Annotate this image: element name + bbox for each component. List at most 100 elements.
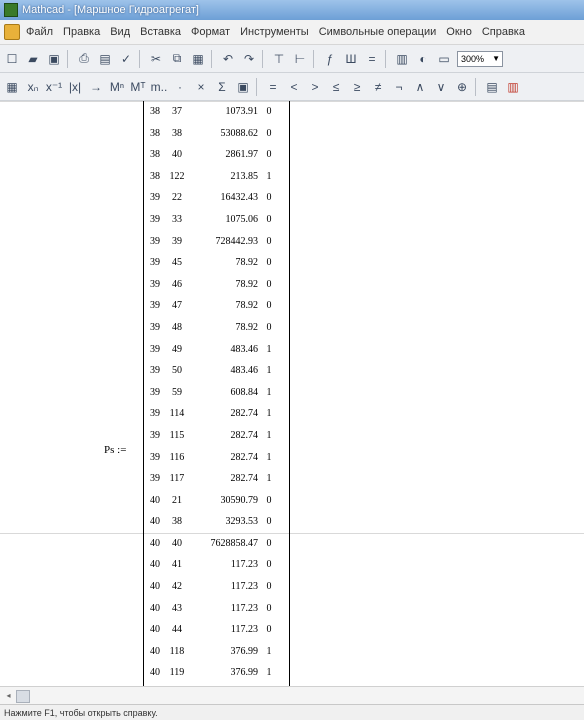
menu-insert[interactable]: Вставка bbox=[140, 26, 181, 38]
cut-icon[interactable]: ✂ bbox=[147, 50, 165, 68]
matrix-cell: 0 bbox=[266, 624, 272, 636]
matrix-row: 40 43 117.23 0 bbox=[148, 598, 286, 620]
matrix-cell: 1 bbox=[266, 645, 272, 657]
insert-unit-icon[interactable]: Ш bbox=[342, 50, 360, 68]
horizontal-scrollbar[interactable]: ◂ bbox=[0, 686, 584, 704]
variable-definition-label[interactable]: Ps := bbox=[104, 444, 126, 456]
align-top-icon[interactable]: ⊤ bbox=[270, 50, 288, 68]
undo-icon[interactable]: ↶ bbox=[219, 50, 237, 68]
matrix-cell: 39 bbox=[150, 213, 160, 225]
page-break-line bbox=[0, 101, 584, 102]
mathcad-app-icon bbox=[4, 3, 18, 17]
matrix-cell: 117.23 bbox=[230, 602, 258, 614]
matrix-cell: 1 bbox=[266, 473, 272, 485]
vector-sum-icon[interactable]: Σ bbox=[213, 78, 231, 96]
matrix-cell: 38 bbox=[150, 170, 160, 182]
or-icon[interactable]: ∨ bbox=[432, 78, 450, 96]
matrix-cell: 1 bbox=[266, 170, 272, 182]
transpose-icon[interactable]: Mᵀ bbox=[129, 78, 147, 96]
new-document-icon[interactable]: ☐ bbox=[3, 50, 21, 68]
less-equal-icon[interactable]: ≤ bbox=[327, 78, 345, 96]
math-toolbar: ▦ xₙ x⁻¹ |x| → Mⁿ Mᵀ m.. · × Σ ▣ = < > ≤… bbox=[0, 73, 584, 101]
matrix-right-bracket bbox=[289, 101, 290, 686]
menu-view[interactable]: Вид bbox=[110, 26, 130, 38]
matrix-cell: 40 bbox=[150, 624, 160, 636]
paste-icon[interactable]: ▦ bbox=[189, 50, 207, 68]
save-icon[interactable]: ▣ bbox=[45, 50, 63, 68]
matrix-cell: 282.74 bbox=[230, 451, 259, 463]
less-than-icon[interactable]: < bbox=[285, 78, 303, 96]
matrix-cell: 21 bbox=[172, 494, 182, 506]
menu-file[interactable]: Файл bbox=[26, 26, 53, 38]
matrix-cell: 39 bbox=[150, 321, 160, 333]
matrix-row: 39 114 282.74 1 bbox=[148, 403, 286, 425]
matrix-cell: 43 bbox=[172, 602, 182, 614]
insert-function-icon[interactable]: ƒ bbox=[321, 50, 339, 68]
matrix-cell: 47 bbox=[172, 300, 182, 312]
align-left-icon[interactable]: ⊢ bbox=[291, 50, 309, 68]
print-icon[interactable]: ⎙ bbox=[75, 50, 93, 68]
ps-matrix[interactable]: 38 37 1073.91 0 38 38 53088.62 0 38 40 2861.97 0 38 1… bbox=[148, 101, 286, 684]
matrix-row: 40 118 376.99 1 bbox=[148, 641, 286, 663]
menu-symbolics[interactable]: Символьные операции bbox=[319, 26, 437, 38]
matrix-cell: 608.84 bbox=[230, 386, 259, 398]
menu-format[interactable]: Формат bbox=[191, 26, 230, 38]
insert-component-icon[interactable]: ▭ bbox=[435, 50, 453, 68]
scroll-thumb[interactable] bbox=[16, 690, 30, 703]
inverse-icon[interactable]: x⁻¹ bbox=[45, 78, 63, 96]
copy-icon[interactable]: ⧉ bbox=[168, 50, 186, 68]
superscript-icon[interactable]: Mⁿ bbox=[108, 78, 126, 96]
equal-icon[interactable]: = bbox=[264, 78, 282, 96]
picture-icon[interactable]: ▣ bbox=[234, 78, 252, 96]
spell-check-icon[interactable]: ✓ bbox=[117, 50, 135, 68]
matrix-cell: 39 bbox=[150, 257, 160, 269]
matrix-cell: 0 bbox=[266, 516, 272, 528]
greater-than-icon[interactable]: > bbox=[306, 78, 324, 96]
worksheet[interactable]: Ps := 38 37 1073.91 0 38 38 53088.62 0 38 40 2861.… bbox=[0, 101, 584, 686]
matrix-cell: 117.23 bbox=[230, 581, 258, 593]
redo-icon[interactable]: ↷ bbox=[240, 50, 258, 68]
matrix-cell: 38 bbox=[150, 106, 160, 117]
open-folder-icon[interactable]: ▰ bbox=[24, 50, 42, 68]
scroll-left-icon[interactable]: ◂ bbox=[3, 690, 14, 701]
matrix-cell: 117.23 bbox=[230, 559, 258, 571]
document-icon[interactable] bbox=[4, 24, 20, 40]
determinant-icon[interactable]: |x| bbox=[66, 78, 84, 96]
toolbar-separator bbox=[262, 49, 263, 68]
matrix-row: 39 117 282.74 1 bbox=[148, 468, 286, 490]
resource-center-icon[interactable]: ◐ bbox=[414, 50, 432, 68]
matrix-cell: 0 bbox=[266, 321, 272, 333]
matrix-cell: 39 bbox=[150, 473, 160, 485]
and-icon[interactable]: ∧ bbox=[411, 78, 429, 96]
matrix-cell: 38 bbox=[172, 127, 182, 139]
matrix-cell: 1 bbox=[266, 365, 272, 377]
print-preview-icon[interactable]: ▤ bbox=[96, 50, 114, 68]
menu-tools[interactable]: Инструменты bbox=[240, 26, 309, 38]
matrix-cell: 39 bbox=[150, 192, 160, 204]
zoom-select[interactable]: 300% ▼ bbox=[457, 50, 503, 67]
calculator-palette-icon[interactable]: ▤ bbox=[483, 78, 501, 96]
subscript-icon[interactable]: xₙ bbox=[24, 78, 42, 96]
matrix-cell: 0 bbox=[266, 494, 272, 506]
vectorize-icon[interactable]: → bbox=[87, 78, 105, 96]
matrix-cell: 0 bbox=[266, 192, 272, 204]
matrix-icon[interactable]: ▦ bbox=[3, 78, 21, 96]
menu-help[interactable]: Справка bbox=[482, 26, 525, 38]
matrix-cell: 115 bbox=[169, 429, 185, 441]
matrix-row: 40 21 30590.79 0 bbox=[148, 490, 286, 512]
xor-icon[interactable]: ⊕ bbox=[453, 78, 471, 96]
range-variable-icon[interactable]: m.. bbox=[150, 78, 168, 96]
graph-palette-icon[interactable]: ▥ bbox=[504, 78, 522, 96]
menu-window[interactable]: Окно bbox=[446, 26, 472, 38]
greater-equal-icon[interactable]: ≥ bbox=[348, 78, 366, 96]
matrix-cell: 78.92 bbox=[235, 321, 259, 333]
toolbar-separator bbox=[67, 49, 68, 68]
matrix-left-bracket bbox=[143, 101, 144, 686]
calculate-icon[interactable]: = bbox=[363, 50, 381, 68]
insert-graph-icon[interactable]: ▥ bbox=[393, 50, 411, 68]
menu-edit[interactable]: Правка bbox=[63, 26, 100, 38]
not-equal-icon[interactable]: ≠ bbox=[369, 78, 387, 96]
not-icon[interactable]: ¬ bbox=[390, 78, 408, 96]
dot-product-icon[interactable]: · bbox=[171, 78, 189, 96]
cross-product-icon[interactable]: × bbox=[192, 78, 210, 96]
